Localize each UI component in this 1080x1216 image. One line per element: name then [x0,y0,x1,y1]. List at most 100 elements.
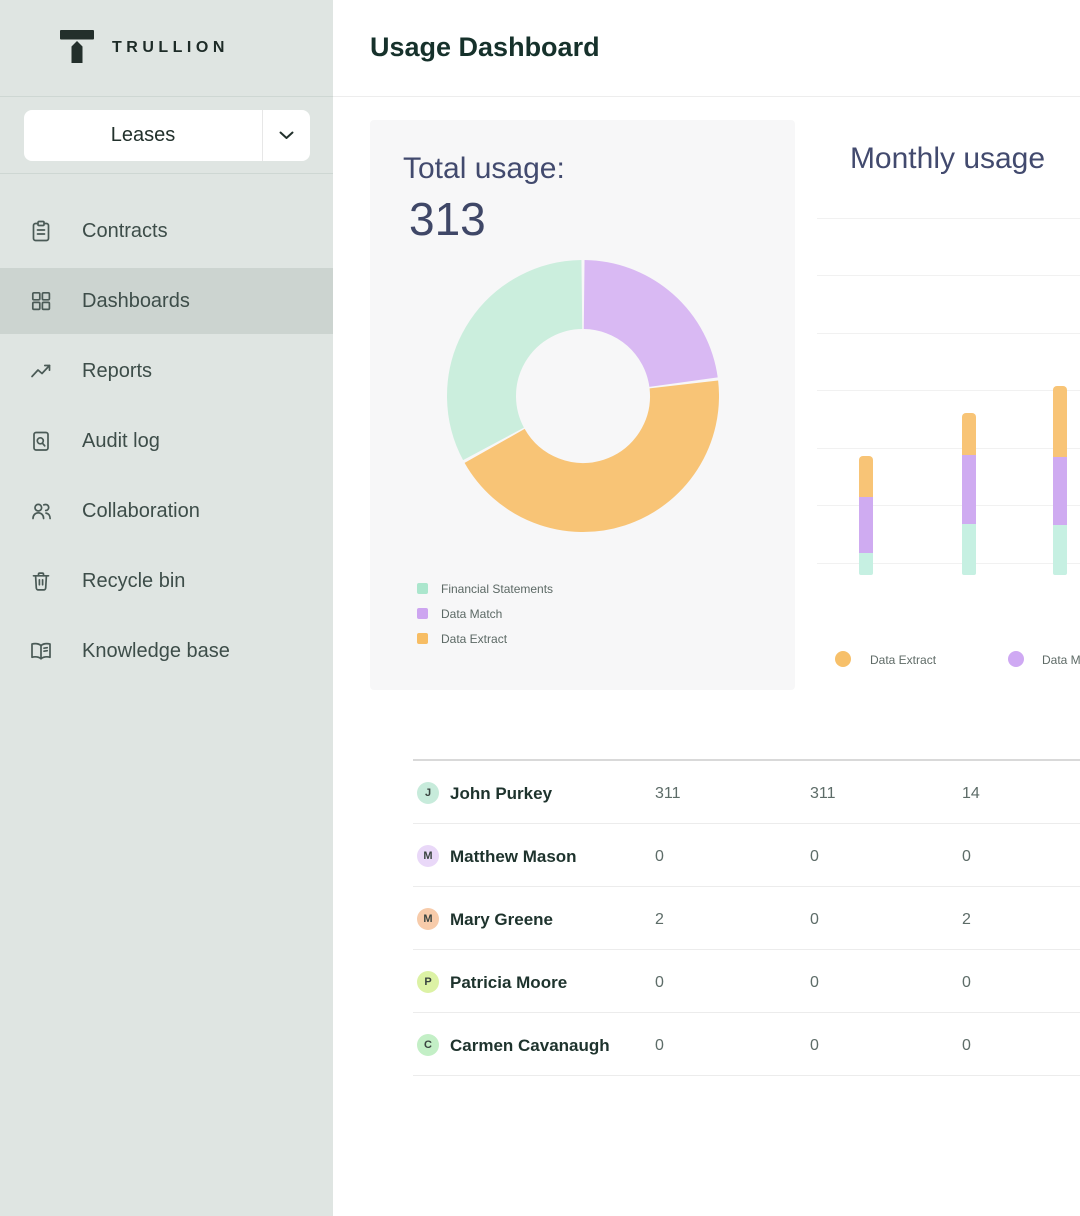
chevron-down-icon [263,110,310,161]
avatar: J [417,782,439,804]
user-name: Matthew Mason [450,847,577,867]
gridline [817,218,1080,219]
brand-name: TRULLION [112,39,229,57]
donut-legend: Financial Statements Data Match Data Ext… [417,576,553,651]
avatar: M [417,908,439,930]
usage-donut-chart [447,260,719,532]
stacked-bar [962,413,976,575]
user-name: Patricia Moore [450,973,567,993]
legend-item-data-extract: Data Extract [417,626,553,651]
book-icon [29,639,53,663]
sidebar-item-label: Knowledge base [82,640,230,663]
bar-segment-data-match [859,497,873,553]
legend-label: Data Match [1042,653,1080,667]
user-name: Mary Greene [450,910,553,930]
stacked-bar [859,456,873,575]
trash-icon [29,569,53,593]
table-row: J John Purkey 311 311 14 [413,761,1080,824]
sidebar-item-recycle-bin[interactable]: Recycle bin [0,548,333,614]
table-row: C Carmen Cavanaugh 0 0 0 [413,1013,1080,1076]
total-usage-label: Total usage: [403,152,565,186]
sidebar: TRULLION Leases Contracts D [0,0,333,1216]
usage-value: 14 [962,785,980,803]
usage-value: 0 [810,911,819,929]
bar-segment-financial-statements [859,553,873,575]
usage-value: 0 [655,1037,664,1055]
main-area: Usage Dashboard Total usage: 313 Financi… [333,0,1080,1216]
usage-value: 0 [810,1037,819,1055]
sidebar-item-dashboards[interactable]: Dashboards [0,268,333,334]
sidebar-item-label: Audit log [82,430,160,453]
usage-value: 311 [810,785,836,803]
page-title: Usage Dashboard [370,32,600,63]
monthly-usage-panel: Monthly usage Data Extract Data Match [815,120,1080,690]
bar-segment-data-match [1053,457,1067,525]
bar-segment-financial-statements [962,524,976,575]
document-search-icon [29,429,53,453]
donut-segment [495,384,685,497]
legend-swatch [417,633,428,644]
usage-value: 0 [655,974,664,992]
sidebar-item-label: Contracts [82,220,168,243]
usage-value: 0 [655,848,664,866]
clipboard-icon [29,219,53,243]
legend-item-data-match: Data Match [417,601,553,626]
usage-value: 0 [962,848,971,866]
gridline [817,505,1080,506]
donut-segment [584,295,683,383]
table-row: M Matthew Mason 0 0 0 [413,824,1080,887]
bar-segment-data-match [962,455,976,524]
gridline [817,563,1080,564]
sidebar-item-reports[interactable]: Reports [0,338,333,404]
grid-icon [29,289,53,313]
user-name: Carmen Cavanaugh [450,1036,610,1056]
avatar: M [417,845,439,867]
sidebar-item-audit-log[interactable]: Audit log [0,408,333,474]
trend-chart-icon [29,359,53,383]
bar-segment-financial-statements [1053,525,1067,575]
bar-segment-data-extract [859,456,873,497]
sidebar-item-collaboration[interactable]: Collaboration [0,478,333,544]
avatar: P [417,971,439,993]
logo-row: TRULLION [0,0,333,97]
legend-label: Financial Statements [441,582,553,596]
legend-swatch [417,583,428,594]
page-header: Usage Dashboard [333,0,1080,97]
sidebar-item-label: Dashboards [82,290,190,313]
legend-dot [835,651,851,667]
trullion-logo-icon [60,30,94,64]
module-selector[interactable]: Leases [24,110,310,161]
avatar: C [417,1034,439,1056]
legend-dot [1008,651,1024,667]
sidebar-item-knowledge-base[interactable]: Knowledge base [0,618,333,684]
legend-swatch [417,608,428,619]
monthly-usage-title: Monthly usage [815,142,1080,176]
usage-value: 2 [655,911,664,929]
module-selector-value[interactable]: Leases [24,110,263,161]
gridline [817,333,1080,334]
legend-item-financial-statements: Financial Statements [417,576,553,601]
donut-segment [482,295,582,444]
usage-value: 311 [655,785,681,803]
sidebar-item-label: Collaboration [82,500,200,523]
usage-value: 0 [810,848,819,866]
usage-value: 0 [962,1037,971,1055]
bar-segment-data-extract [962,413,976,455]
table-row: P Patricia Moore 0 0 0 [413,950,1080,1013]
table-row: M Mary Greene 2 0 2 [413,887,1080,950]
total-usage-card: Total usage: 313 Financial Statements Da… [370,120,795,690]
stacked-bar [1053,386,1067,575]
usage-value: 0 [810,974,819,992]
legend-label: Data Extract [870,653,936,667]
people-icon [29,499,53,523]
gridline [817,390,1080,391]
sidebar-item-label: Reports [82,360,152,383]
gridline [817,448,1080,449]
sidebar-item-contracts[interactable]: Contracts [0,198,333,264]
legend-label: Data Match [441,607,502,621]
module-selector-row: Leases [0,98,333,174]
usage-value: 2 [962,911,971,929]
user-name: John Purkey [450,784,552,804]
legend-label: Data Extract [441,632,507,646]
gridline [817,275,1080,276]
